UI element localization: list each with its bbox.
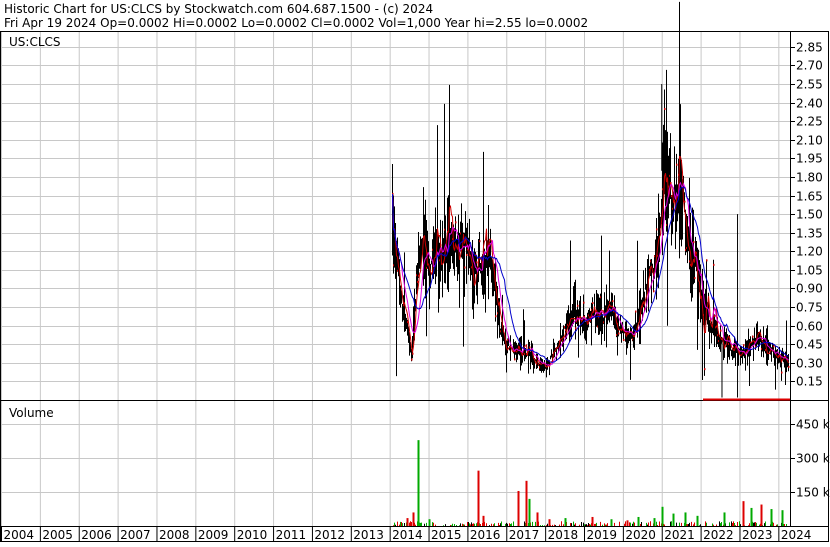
price-tick-label: 2.25 [796,115,823,129]
candle-close-mark [455,221,457,224]
candle-close-mark [514,358,516,361]
chart-header-title: Historic Chart for US:CLCS by Stockwatch… [4,2,433,16]
candle-close-mark [592,302,594,305]
year-tick-label: 2005 [42,528,73,542]
price-tick-label: 1.80 [796,171,823,185]
candle-close-mark [623,338,625,341]
year-tick-label: 2024 [781,528,812,542]
year-tick-label: 2012 [314,528,345,542]
candle-close-mark [577,304,579,307]
candle-close-mark [781,371,783,374]
candle-close-mark [773,345,775,348]
candle-close-mark [694,277,696,280]
candle-close-mark [479,240,481,243]
chart-canvas: Historic Chart for US:CLCS by Stockwatch… [0,1,830,542]
candle-close-mark [466,253,468,256]
candle-close-mark [788,365,790,368]
price-tick-label: 2.70 [796,59,823,73]
year-tick-label: 2007 [120,528,151,542]
volume-label: Volume [9,406,54,420]
price-tick-label: 1.65 [796,190,823,204]
candle-close-mark [635,310,637,313]
price-tick-label: 2.85 [796,41,823,55]
year-tick-label: 2016 [470,528,501,542]
candle-close-mark [612,300,614,303]
volume-panel-frame [0,400,829,527]
candle-close-mark [476,261,478,264]
candle-close-mark [618,332,620,335]
candle-close-mark [752,335,754,338]
year-tick-label: 2013 [353,528,384,542]
price-tick-label: 0.75 [796,301,823,315]
candle-close-mark [575,327,577,330]
volume-tick-label: 300 k [796,452,830,466]
year-tick-label: 2020 [625,528,656,542]
price-tick-label: 0.60 [796,320,823,334]
year-tick-label: 2023 [742,528,773,542]
candle-close-mark [464,266,466,269]
price-tick-label: 2.10 [796,134,823,148]
candle-close-mark [656,228,658,231]
price-tick-label: 1.35 [796,227,823,241]
price-tick-label: 1.05 [796,264,823,278]
candle-close-mark [411,358,413,361]
year-tick-label: 2022 [703,528,734,542]
candle-close-mark [706,259,708,262]
year-tick-label: 2015 [431,528,462,542]
price-tick-label: 0.15 [796,375,823,389]
volume-gridlines [1,401,790,526]
candle-close-mark [412,352,414,355]
candle-close-mark [720,329,722,332]
candle-close-mark [495,315,497,318]
year-tick-label: 2004 [4,528,35,542]
year-tick-labels: 2004 2005 2006 2007 2008 2009 2010 2011 2012 2013… [1,527,812,542]
symbol-label: US:CLCS [9,35,61,49]
candle-close-mark [713,263,715,266]
price-tick-labels: 2.85 2.70 2.55 2.40 2.25 2.10 1.95 1.80 1.65 1.50… [790,41,823,389]
price-tick-label: 0.30 [796,357,823,371]
year-tick-label: 2021 [664,528,695,542]
year-tick-label: 2010 [237,528,268,542]
candle-close-mark [529,346,531,349]
year-tick-label: 2014 [392,528,423,542]
price-tick-label: 0.45 [796,338,823,352]
price-tick-label: 2.40 [796,97,823,111]
volume-tick-label: 450 k [796,418,830,432]
candle-close-mark [714,314,716,317]
price-tick-label: 0.90 [796,282,823,296]
year-tick-label: 2006 [81,528,112,542]
year-tick-label: 2018 [548,528,579,542]
volume-tick-label: 150 k [796,486,830,500]
candle-close-mark [676,163,678,166]
candle-close-mark [664,107,666,110]
year-tick-label: 2019 [587,528,618,542]
candle-close-mark [583,301,585,304]
year-tick-label: 2008 [159,528,190,542]
year-tick-label: 2011 [276,528,307,542]
candle-close-mark [653,290,655,293]
price-tick-label: 1.20 [796,245,823,259]
price-tick-label: 1.50 [796,208,823,222]
candle-close-mark [684,200,686,203]
year-tick-label: 2017 [509,528,540,542]
volume-bars [393,440,787,526]
candle-close-mark [704,368,706,371]
candle-close-mark [743,344,745,347]
chart-header-quote: Fri Apr 19 2024 Op=0.0002 Hi=0.0002 Lo=0… [4,16,588,30]
year-tick-label: 2009 [198,528,229,542]
candle-close-mark [693,241,695,244]
stockwatch-chart: Historic Chart for US:CLCS by Stockwatch… [0,0,830,543]
price-tick-label: 2.55 [796,78,823,92]
volume-tick-labels: 450 k 300 k 150 k [790,418,830,500]
price-tick-label: 1.95 [796,152,823,166]
